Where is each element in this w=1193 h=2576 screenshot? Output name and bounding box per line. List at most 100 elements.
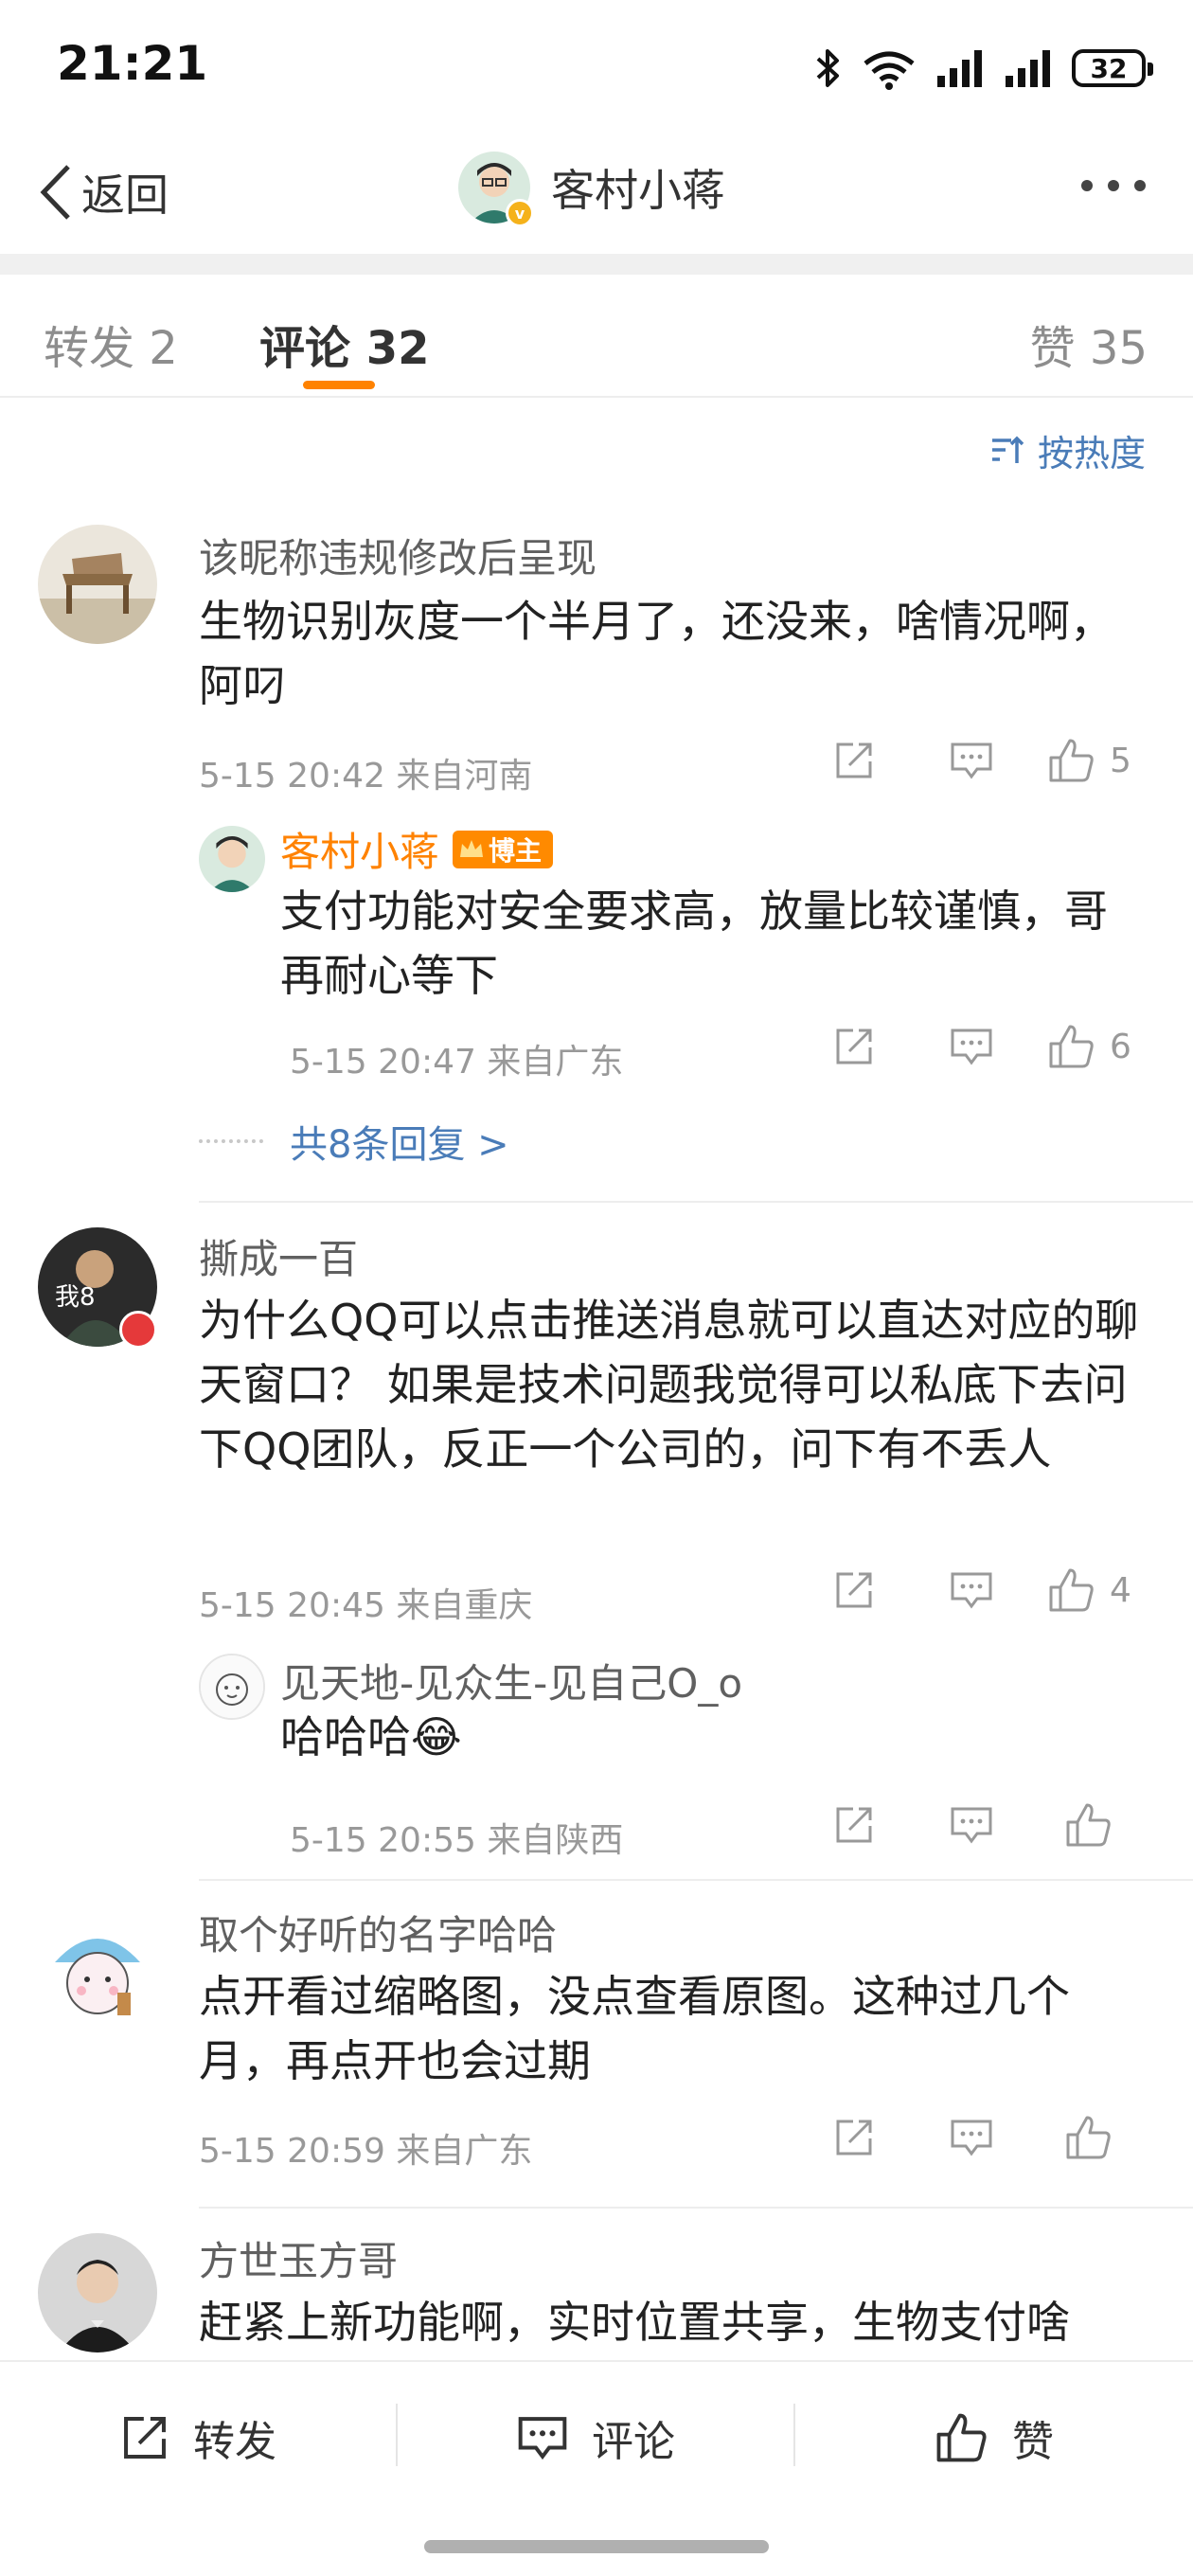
comment-icon [951, 2120, 992, 2156]
like-button[interactable]: 5 [1030, 737, 1148, 784]
comment-text: 为什么QQ可以点击推送消息就可以直达对应的聊天窗口？ 如果是技术问题我觉得可以私… [199, 1295, 1139, 1475]
tab-repost[interactable]: 转发 2 [44, 311, 178, 377]
chevron-left-icon [40, 165, 70, 220]
thumbs-up-icon [936, 2413, 987, 2462]
like-button[interactable]: 4 [1030, 1566, 1148, 1614]
reply-author-name[interactable]: 见天地-见众生-见自己O_o [280, 1652, 742, 1709]
commenter-name[interactable]: 方世玉方哥 [199, 2229, 398, 2287]
battery-icon: 32 [1072, 49, 1153, 87]
comment-actions: 4 [795, 1566, 1148, 1614]
nav-bar: 返回 v 客村小蒋 [0, 133, 1193, 256]
comment-divider [199, 2207, 1193, 2209]
reply-like-button[interactable]: 6 [1030, 1023, 1148, 1070]
share-button[interactable] [795, 2116, 913, 2159]
comment-meta: 5-15 20:45 来自重庆 [199, 1586, 533, 1625]
comment-text: 点开看过缩略图，没点查看原图。这种过几个月，再点开也会过期 [199, 1971, 1070, 2086]
commenter-name[interactable]: 该昵称违规修改后呈现 [199, 527, 596, 584]
thumbs-up-icon [1049, 1025, 1094, 1068]
share-button[interactable] [795, 739, 913, 782]
commenter-avatar[interactable] [38, 1907, 157, 2027]
reply-text: 哈哈哈😂 [280, 1711, 462, 1762]
like-count: 4 [1110, 1570, 1131, 1610]
blogger-badge: 博主 [453, 830, 554, 868]
comment-icon [951, 1807, 992, 1844]
comment-icon [518, 2417, 567, 2460]
reply-actions [795, 1801, 1148, 1849]
reply-share-button[interactable] [795, 1025, 913, 1068]
sort-button[interactable]: 按热度 [990, 424, 1146, 476]
tab-like[interactable]: 赞 35 [1030, 311, 1148, 377]
back-label: 返回 [81, 170, 169, 221]
more-replies-label: 共8条回复 > [290, 1123, 509, 1167]
active-tab-indicator [303, 381, 375, 389]
reply-name[interactable]: 客村小蒋 博主 [280, 820, 554, 878]
nav-title[interactable]: v 客村小蒋 [458, 150, 725, 227]
more-options-icon[interactable] [1081, 180, 1146, 191]
blogger-badge-label: 博主 [489, 834, 543, 867]
share-icon [836, 1572, 872, 1608]
commenter-name[interactable]: 撕成一百 [199, 1227, 358, 1285]
section-divider [0, 254, 1193, 275]
repost-button[interactable]: 转发 [0, 2362, 396, 2513]
comment-actions: 5 [795, 737, 1148, 784]
like-post-button[interactable]: 赞 [795, 2362, 1193, 2513]
reply-avatar[interactable] [199, 826, 265, 892]
thumbs-up-icon [1049, 1568, 1094, 1612]
like-button[interactable] [1030, 2114, 1148, 2161]
share-icon [836, 742, 872, 778]
comment-divider [199, 1201, 1193, 1203]
like-count: 5 [1110, 741, 1131, 780]
like-label: 赞 [1012, 2418, 1054, 2466]
reply-name[interactable]: 见天地-见众生-见自己O_o [280, 1652, 742, 1709]
commenter-name[interactable]: 取个好听的名字哈哈 [199, 1904, 557, 1961]
bottom-action-bar: 转发 评论 赞 [0, 2360, 1193, 2512]
thumbs-up-icon [1066, 2116, 1111, 2159]
repost-label: 转发 [193, 2418, 276, 2466]
like-count: 6 [1110, 1027, 1131, 1066]
reply-meta: 5-15 20:47 来自广东 [290, 1043, 624, 1082]
verified-red-badge-icon [119, 1311, 157, 1349]
comment-icon [951, 1029, 992, 1065]
commenter-avatar[interactable] [38, 525, 157, 644]
more-replies-link[interactable]: 共8条回复 > [199, 1114, 509, 1169]
tab-bar: 转发 2 评论 32 赞 35 [0, 275, 1193, 398]
comment-button[interactable]: 评论 [398, 2362, 793, 2513]
reply-reply-button[interactable] [913, 1025, 1030, 1068]
reply-button[interactable] [913, 739, 1030, 782]
comment-label: 评论 [592, 2418, 675, 2466]
commenter-avatar[interactable] [38, 2233, 157, 2352]
comment-divider [199, 1879, 1193, 1881]
comment-actions [795, 2114, 1148, 2161]
svg-text:我8: 我8 [55, 1283, 96, 1312]
reply-button[interactable] [913, 1568, 1030, 1612]
status-icons: 32 [814, 42, 1153, 95]
reply-author-name[interactable]: 客村小蒋 [280, 820, 439, 878]
sort-icon [991, 436, 1024, 463]
status-time: 21:21 [57, 36, 208, 91]
tab-comment[interactable]: 评论 32 [259, 311, 430, 377]
dotted-line [199, 1139, 263, 1143]
share-icon [836, 1029, 872, 1064]
back-button[interactable]: 返回 [38, 159, 169, 225]
comment-text: 赶紧上新功能啊，实时位置共享，生物支付啥 [199, 2297, 1070, 2348]
reply-avatar[interactable] [199, 1654, 265, 1720]
verified-badge-icon: v [506, 199, 534, 227]
comment-icon [951, 1572, 992, 1609]
share-icon [836, 2120, 872, 2156]
sort-label: 按热度 [1037, 433, 1146, 474]
share-icon [836, 1807, 872, 1843]
comment-text: 生物识别灰度一个半月了，还没来，啥情况啊，阿叼 [199, 596, 1113, 711]
share-button[interactable] [795, 1568, 913, 1612]
home-indicator[interactable] [424, 2540, 769, 2553]
author-avatar[interactable]: v [458, 152, 534, 227]
reply-button[interactable] [913, 2116, 1030, 2159]
thumbs-up-icon [1049, 739, 1094, 782]
bluetooth-icon [816, 49, 839, 87]
reply-like-button[interactable] [1030, 1801, 1148, 1849]
reply-reply-button[interactable] [913, 1803, 1030, 1847]
reply-text: 支付功能对安全要求高，放量比较谨慎，哥再耐心等下 [280, 886, 1108, 1001]
reply-share-button[interactable] [795, 1803, 913, 1847]
nav-title-text: 客村小蒋 [551, 165, 725, 216]
status-bar: 21:21 32 [0, 0, 1193, 133]
share-icon [124, 2417, 166, 2459]
